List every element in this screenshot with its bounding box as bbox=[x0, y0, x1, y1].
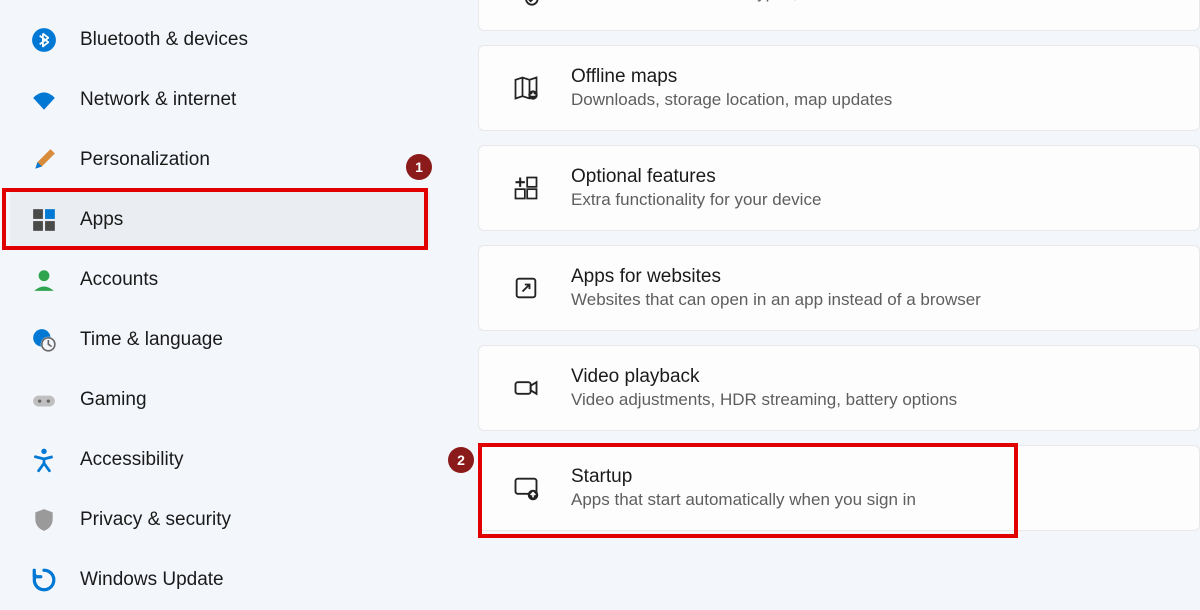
card-desc: Apps that start automatically when you s… bbox=[571, 490, 1169, 510]
card-default-apps[interactable]: Defaults for file and link types, other … bbox=[478, 0, 1200, 31]
sidebar-item-accessibility[interactable]: Accessibility bbox=[10, 430, 430, 490]
card-desc: Websites that can open in an app instead… bbox=[571, 290, 1169, 310]
startup-icon bbox=[509, 471, 543, 505]
sidebar-item-label: Windows Update bbox=[80, 569, 224, 591]
card-desc: Downloads, storage location, map updates bbox=[571, 90, 1169, 110]
card-title: Apps for websites bbox=[571, 266, 1169, 288]
card-title: Video playback bbox=[571, 366, 1169, 388]
card-video-playback[interactable]: Video playback Video adjustments, HDR st… bbox=[478, 345, 1200, 431]
gamepad-icon bbox=[30, 386, 58, 414]
sidebar-item-label: Gaming bbox=[80, 389, 147, 411]
main-panel: Defaults for file and link types, other … bbox=[430, 0, 1200, 600]
card-title: Startup bbox=[571, 466, 1169, 488]
sidebar-item-windows-update[interactable]: Windows Update bbox=[10, 550, 430, 610]
card-optional-features[interactable]: Optional features Extra functionality fo… bbox=[478, 145, 1200, 231]
sidebar-item-network[interactable]: Network & internet bbox=[10, 70, 430, 130]
bluetooth-icon bbox=[30, 26, 58, 54]
sidebar-item-label: Accessibility bbox=[80, 449, 183, 471]
sidebar-item-label: Apps bbox=[80, 209, 123, 231]
card-desc: Defaults for file and link types, other … bbox=[571, 0, 1169, 3]
person-icon bbox=[30, 266, 58, 294]
sidebar-item-privacy[interactable]: Privacy & security bbox=[10, 490, 430, 550]
annotation-badge-2: 2 bbox=[448, 447, 474, 473]
sidebar-item-bluetooth[interactable]: Bluetooth & devices bbox=[10, 10, 430, 70]
accessibility-icon bbox=[30, 446, 58, 474]
card-startup[interactable]: Startup Apps that start automatically wh… bbox=[478, 445, 1200, 531]
update-icon bbox=[30, 566, 58, 594]
card-title: Offline maps bbox=[571, 66, 1169, 88]
sidebar: Bluetooth & devices Network & internet P… bbox=[0, 0, 430, 600]
video-icon bbox=[509, 371, 543, 405]
map-icon bbox=[509, 71, 543, 105]
card-desc: Video adjustments, HDR streaming, batter… bbox=[571, 390, 1169, 410]
annotation-badge-1: 1 bbox=[406, 154, 432, 180]
globe-clock-icon bbox=[30, 326, 58, 354]
sidebar-item-time-language[interactable]: Time & language bbox=[10, 310, 430, 370]
default-apps-icon bbox=[509, 0, 543, 10]
sidebar-item-label: Privacy & security bbox=[80, 509, 231, 531]
sidebar-item-apps[interactable]: Apps bbox=[10, 190, 430, 250]
card-title: Optional features bbox=[571, 166, 1169, 188]
wifi-icon bbox=[30, 86, 58, 114]
sidebar-item-label: Bluetooth & devices bbox=[80, 29, 248, 51]
sidebar-item-label: Personalization bbox=[80, 149, 210, 171]
apps-icon bbox=[30, 206, 58, 234]
sidebar-item-personalization[interactable]: Personalization bbox=[10, 130, 430, 190]
sidebar-item-label: Network & internet bbox=[80, 89, 236, 111]
card-desc: Extra functionality for your device bbox=[571, 190, 1169, 210]
open-in-app-icon bbox=[509, 271, 543, 305]
sidebar-item-accounts[interactable]: Accounts bbox=[10, 250, 430, 310]
sidebar-item-label: Accounts bbox=[80, 269, 158, 291]
sidebar-item-label: Time & language bbox=[80, 329, 223, 351]
paintbrush-icon bbox=[30, 146, 58, 174]
add-feature-icon bbox=[509, 171, 543, 205]
sidebar-item-gaming[interactable]: Gaming bbox=[10, 370, 430, 430]
card-apps-for-websites[interactable]: Apps for websites Websites that can open… bbox=[478, 245, 1200, 331]
card-offline-maps[interactable]: Offline maps Downloads, storage location… bbox=[478, 45, 1200, 131]
shield-icon bbox=[30, 506, 58, 534]
